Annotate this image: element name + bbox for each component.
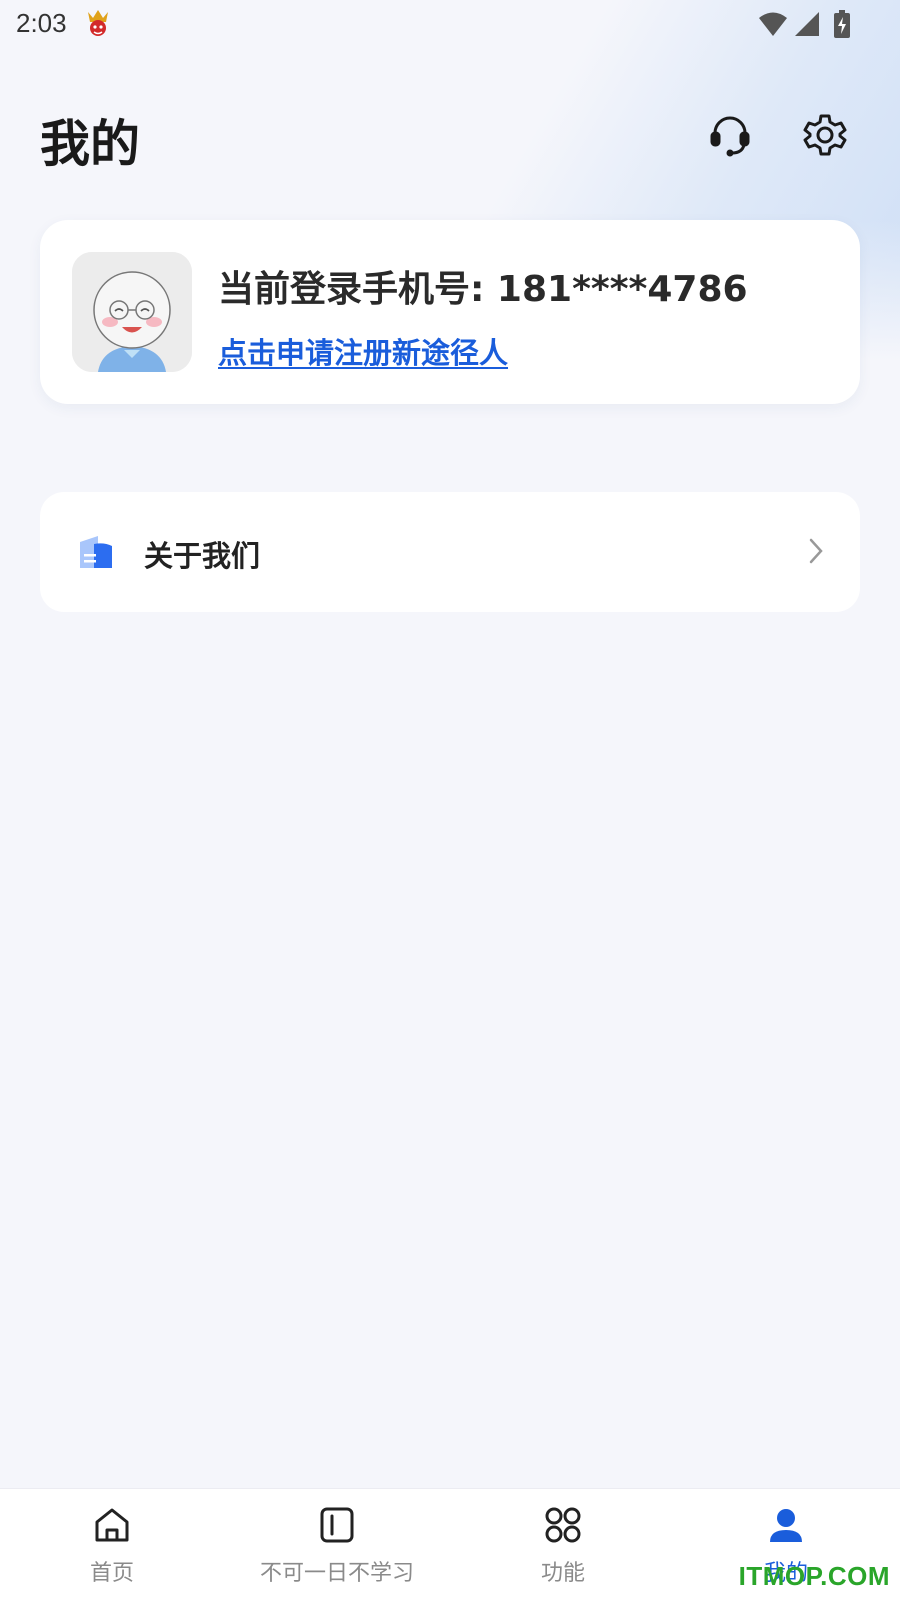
app-notification-icon xyxy=(84,8,112,40)
book-icon xyxy=(317,1505,357,1545)
watermark: ITMOP.COM xyxy=(738,1561,890,1591)
menu-item-about-us[interactable]: 关于我们 xyxy=(40,492,860,612)
avatar[interactable] xyxy=(72,252,192,372)
home-icon xyxy=(92,1505,132,1545)
menu-item-label: 关于我们 xyxy=(144,539,261,573)
signal-icon xyxy=(794,11,820,41)
status-bar: 2:03 xyxy=(0,0,900,50)
wifi-icon xyxy=(758,11,788,41)
user-icon xyxy=(766,1505,806,1545)
status-icons xyxy=(758,10,850,42)
document-folder-icon xyxy=(76,534,116,570)
nav-item-home[interactable]: 首页 xyxy=(72,1489,152,1600)
status-time: 2:03 xyxy=(16,8,67,38)
grid-icon xyxy=(543,1505,583,1545)
nav-item-functions[interactable]: 功能 xyxy=(523,1489,603,1600)
settings-button[interactable] xyxy=(800,112,850,162)
nav-item-study[interactable]: 不可一日不学习 xyxy=(237,1489,437,1600)
register-new-person-link[interactable]: 点击申请注册新途径人 xyxy=(218,330,508,372)
gear-icon xyxy=(803,113,847,161)
nav-label-home: 首页 xyxy=(89,1561,134,1586)
battery-charging-icon xyxy=(834,10,850,42)
headset-icon xyxy=(708,113,752,161)
nav-label-functions: 功能 xyxy=(540,1561,585,1586)
profile-card: 当前登录手机号: 181****4786 点击申请注册新途径人 xyxy=(40,220,860,404)
login-phone-text: 当前登录手机号: 181****4786 xyxy=(218,269,748,310)
page-title: 我的 xyxy=(40,115,140,173)
chevron-right-icon xyxy=(806,536,826,566)
customer-service-button[interactable] xyxy=(705,112,755,162)
nav-label-study: 不可一日不学习 xyxy=(259,1561,414,1586)
